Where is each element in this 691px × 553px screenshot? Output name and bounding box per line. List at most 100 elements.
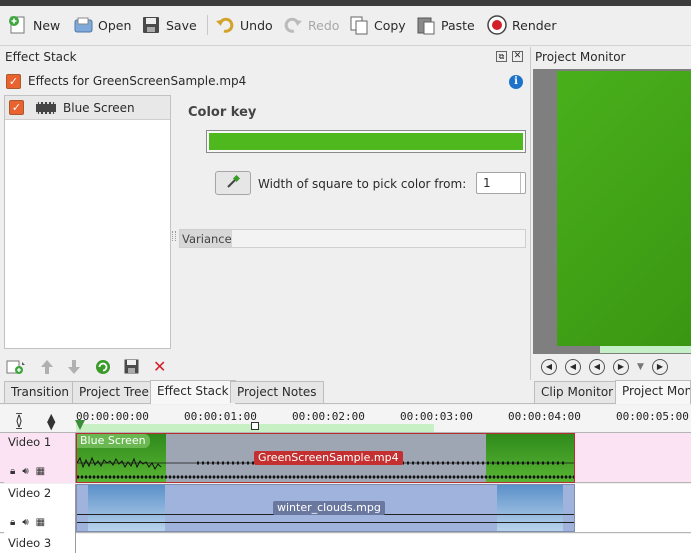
move-down-icon[interactable] bbox=[67, 359, 81, 375]
track-name: Video 3 bbox=[8, 536, 52, 550]
effect-item-label: Blue Screen bbox=[63, 101, 135, 115]
video-icon[interactable]: ▦ bbox=[36, 466, 45, 477]
undo-icon bbox=[215, 15, 235, 35]
clip-frame-lines bbox=[77, 514, 574, 523]
width-square-value: 1 bbox=[483, 176, 491, 190]
audio-icon[interactable]: 🔊︎ bbox=[22, 466, 28, 477]
width-square-label: Width of square to pick color from: bbox=[258, 177, 467, 191]
info-icon[interactable]: i bbox=[509, 75, 523, 89]
copy-label: Copy bbox=[374, 17, 406, 33]
reset-icon[interactable] bbox=[95, 359, 111, 375]
clip-winter-clouds[interactable]: winter_clouds.mpg bbox=[76, 484, 575, 532]
clip-greenscreen[interactable]: Blue Screen GreenScreenSample.mp4 bbox=[76, 433, 575, 483]
audio-icon[interactable]: 🔊︎ bbox=[22, 517, 28, 528]
seek-start-icon[interactable]: ◀ bbox=[541, 359, 557, 375]
undo-button[interactable]: Undo bbox=[215, 12, 273, 38]
monitor-controls: ◀ ◀ ◀ ▶ ▼ ▶ bbox=[533, 355, 691, 379]
eyedropper-icon bbox=[226, 174, 241, 192]
save-effect-icon[interactable] bbox=[124, 359, 139, 374]
project-monitor-title: Project Monitor bbox=[535, 50, 626, 64]
track-name: Video 1 bbox=[8, 435, 52, 449]
open-icon bbox=[73, 15, 93, 35]
track-header-video-1: Video 1 🔒︎ 🔊︎ ▦ bbox=[4, 433, 76, 483]
track-header-video-2: Video 2 🔒︎ 🔊︎ ▦ bbox=[4, 484, 76, 534]
zoom-fit-icon[interactable]: ⊼ ⊻ bbox=[15, 412, 23, 431]
move-up-icon[interactable] bbox=[40, 359, 54, 375]
effects-list bbox=[4, 95, 171, 349]
undo-label: Undo bbox=[240, 17, 273, 33]
tab-effect-stack[interactable]: Effect Stack bbox=[150, 380, 236, 404]
frame-back-icon[interactable]: ◀ bbox=[589, 359, 605, 375]
track-name: Video 2 bbox=[8, 486, 52, 500]
zone-marker[interactable] bbox=[251, 422, 259, 430]
variance-slider[interactable]: Variance bbox=[179, 229, 526, 248]
close-panel-button[interactable]: ✕ bbox=[512, 51, 523, 62]
tab-project-tree[interactable]: Project Tree bbox=[72, 381, 156, 403]
tab-project-notes[interactable]: Project Notes bbox=[230, 381, 324, 403]
save-label: Save bbox=[166, 17, 197, 33]
monitor-progress-bar[interactable] bbox=[600, 346, 691, 353]
save-button[interactable]: Save bbox=[141, 12, 197, 38]
lock-icon[interactable]: 🔒︎ bbox=[10, 517, 15, 528]
ruler-label: 00:00:04:00 bbox=[508, 410, 581, 423]
track-header-video-3: Video 3 bbox=[4, 534, 76, 553]
color-key-swatch[interactable] bbox=[206, 130, 526, 153]
monitor-screen bbox=[533, 69, 691, 354]
effect-item-blue-screen[interactable]: ✓ Blue Screen bbox=[5, 96, 170, 120]
ruler-label: 00:00:03:00 bbox=[400, 410, 473, 423]
video-icon[interactable]: ▦ bbox=[36, 517, 45, 528]
collapse-tracks-icon[interactable]: ▲ ▼ bbox=[47, 412, 55, 431]
color-key-label: Color key bbox=[188, 105, 257, 120]
redo-label: Redo bbox=[308, 17, 340, 33]
ruler-label: 00:00:00:00 bbox=[76, 410, 149, 423]
color-picker-button[interactable] bbox=[215, 171, 251, 195]
add-effect-button[interactable] bbox=[6, 359, 26, 375]
save-icon bbox=[141, 15, 161, 35]
toolbar-separator bbox=[207, 15, 208, 35]
copy-button[interactable]: Copy bbox=[349, 12, 406, 38]
effects-enable-checkbox[interactable]: ✓ bbox=[6, 74, 21, 89]
new-icon bbox=[8, 15, 28, 35]
clip-thumb-start bbox=[88, 485, 165, 531]
track-video-3 bbox=[0, 534, 691, 553]
render-label: Render bbox=[512, 17, 557, 33]
clip-thumb-end bbox=[497, 485, 563, 531]
forward-icon[interactable]: ▶ bbox=[651, 359, 668, 375]
tab-clip-monitor[interactable]: Clip Monitor bbox=[534, 381, 621, 403]
effect-stack-title: Effect Stack bbox=[5, 50, 77, 64]
effect-enable-checkbox[interactable]: ✓ bbox=[9, 100, 24, 115]
effects-for-label: Effects for GreenScreenSample.mp4 bbox=[28, 74, 247, 88]
redo-button[interactable]: Redo bbox=[283, 12, 339, 38]
filmstrip-icon bbox=[36, 102, 56, 114]
clip-name-label: winter_clouds.mpg bbox=[273, 501, 385, 515]
ruler-label: 00:00:05:00 bbox=[616, 410, 689, 423]
open-label: Open bbox=[98, 17, 132, 33]
monitor-video-frame bbox=[557, 71, 691, 346]
render-button[interactable]: Render bbox=[487, 12, 557, 38]
tab-bar bbox=[0, 403, 691, 404]
paste-icon bbox=[416, 15, 436, 35]
open-button[interactable]: Open bbox=[73, 12, 131, 38]
spinbox-arrows[interactable] bbox=[520, 173, 525, 193]
play-menu-icon[interactable]: ▼ bbox=[637, 362, 644, 372]
delete-effect-icon[interactable]: ✕ bbox=[153, 359, 167, 375]
render-icon bbox=[487, 15, 507, 35]
color-key-fill bbox=[209, 133, 523, 150]
paste-button[interactable]: Paste bbox=[416, 12, 475, 38]
float-panel-button[interactable]: ⧉ bbox=[496, 51, 507, 62]
tab-transition[interactable]: Transition bbox=[4, 381, 77, 403]
ruler-label: 00:00:01:00 bbox=[184, 410, 257, 423]
copy-icon bbox=[349, 15, 369, 35]
new-label: New bbox=[33, 17, 61, 33]
clip-name-label: GreenScreenSample.mp4 bbox=[254, 451, 403, 465]
width-square-spinbox[interactable]: 1 bbox=[476, 172, 526, 194]
clip-effect-label: Blue Screen bbox=[77, 434, 150, 448]
tab-project-monitor[interactable]: Project Monit bbox=[615, 380, 691, 404]
paste-label: Paste bbox=[441, 17, 475, 33]
lock-icon[interactable]: 🔒︎ bbox=[10, 466, 15, 477]
play-icon[interactable]: ▶ bbox=[613, 359, 629, 375]
ruler-label: 00:00:02:00 bbox=[292, 410, 365, 423]
splitter-handle[interactable] bbox=[172, 231, 176, 241]
rewind-icon[interactable]: ◀ bbox=[565, 359, 581, 375]
new-button[interactable]: New bbox=[8, 12, 60, 38]
